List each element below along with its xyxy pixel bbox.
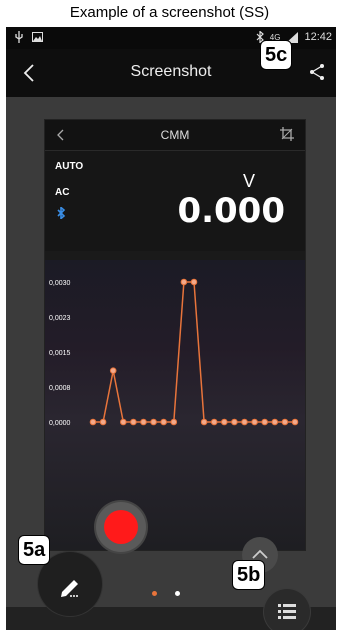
data-point — [190, 278, 198, 286]
menu-button[interactable] — [264, 589, 310, 630]
data-point — [99, 418, 107, 426]
record-button[interactable] — [96, 502, 146, 552]
page-dot-active — [152, 591, 157, 596]
status-time: 12:42 — [304, 31, 332, 43]
trend-chart-svg: 0,0030 0,0023 0,0015 0,0008 0,0000 — [49, 278, 299, 427]
mode-auto: AUTO — [55, 161, 84, 172]
unit-label: V — [242, 171, 255, 191]
data-point — [109, 367, 117, 374]
data-point — [89, 418, 97, 426]
data-point — [291, 418, 299, 426]
data-point — [130, 418, 137, 426]
captured-header: CMM — [45, 120, 305, 151]
data-point — [200, 418, 208, 426]
data-point — [231, 418, 238, 426]
data-point — [261, 418, 268, 426]
series-line — [93, 281, 295, 423]
y-tick-label: 0,0023 — [49, 315, 71, 322]
list-icon — [278, 604, 296, 619]
data-point — [241, 418, 248, 426]
y-tick-label: 0,0030 — [49, 280, 71, 287]
data-point — [150, 418, 157, 426]
data-point — [160, 418, 167, 426]
data-point — [210, 418, 218, 426]
data-point — [281, 418, 289, 426]
mode-ac: AC — [55, 187, 70, 198]
y-tick-label: 0,0008 — [49, 385, 71, 392]
share-icon[interactable] — [306, 61, 328, 83]
crop-icon — [280, 127, 294, 141]
image-icon — [32, 32, 43, 42]
y-tick-label: 0,0000 — [49, 420, 71, 427]
data-point — [170, 418, 178, 426]
data-point — [180, 278, 188, 286]
y-tick-label: 0,0015 — [49, 350, 71, 357]
callout-5b: 5b — [232, 560, 266, 590]
usb-icon — [15, 31, 23, 43]
meter-display: AUTO AC V 0.000 — [45, 151, 305, 251]
data-point — [120, 418, 127, 426]
image-caption: Example of a screenshot (SS) — [69, 4, 270, 21]
data-point — [221, 418, 228, 426]
bluetooth-icon — [57, 207, 66, 219]
captured-screen: CMM AUTO AC V 0.000 0,0030 0,0023 0,0015 0,… — [44, 119, 306, 551]
data-point — [140, 418, 147, 426]
phone-screen: 4G 12:42 Screenshot CMM AUTO AC V 0.000 — [6, 27, 336, 630]
data-point — [251, 418, 258, 426]
page-indicator — [152, 591, 180, 596]
callout-5a: 5a — [18, 535, 51, 565]
trend-chart: 0,0030 0,0023 0,0015 0,0008 0,0000 — [45, 260, 305, 550]
record-dot — [104, 510, 138, 544]
page-dot-inactive — [175, 591, 180, 596]
data-point — [271, 418, 279, 426]
captured-title: CMM — [160, 128, 190, 142]
callout-5c: 5c — [260, 40, 293, 70]
meter-reading: 0.000 — [177, 191, 285, 231]
screenshot-preview-area: CMM AUTO AC V 0.000 0,0030 0,0023 0,0015 0,… — [6, 97, 336, 630]
